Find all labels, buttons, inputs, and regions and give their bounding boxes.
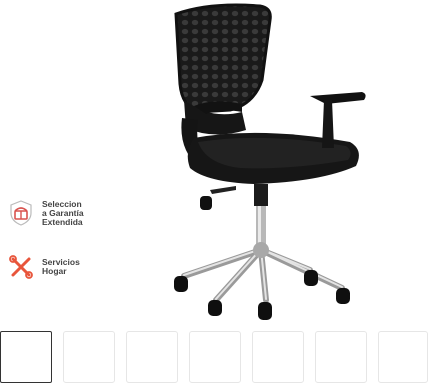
product-main-image[interactable] [150, 0, 370, 325]
extended-warranty-badge[interactable]: Seleccion a Garantía Extendida [6, 198, 84, 228]
thumbnail-strip [0, 331, 428, 385]
shield-warranty-icon [6, 198, 36, 228]
warranty-label: Seleccion a Garantía Extendida [42, 198, 84, 227]
home-services-badge[interactable]: Servicios Hogar [6, 252, 80, 282]
thumbnail-4[interactable] [189, 331, 241, 383]
thumbnail-3[interactable] [126, 331, 178, 383]
tools-icon [6, 252, 36, 282]
home-services-label: Servicios Hogar [42, 257, 80, 276]
thumbnail-6[interactable] [315, 331, 367, 383]
thumbnail-5[interactable] [252, 331, 304, 383]
office-chair-image [174, 3, 366, 320]
thumbnail-1[interactable] [0, 331, 52, 383]
thumbnail-7[interactable] [378, 331, 428, 383]
thumbnail-2[interactable] [63, 331, 115, 383]
